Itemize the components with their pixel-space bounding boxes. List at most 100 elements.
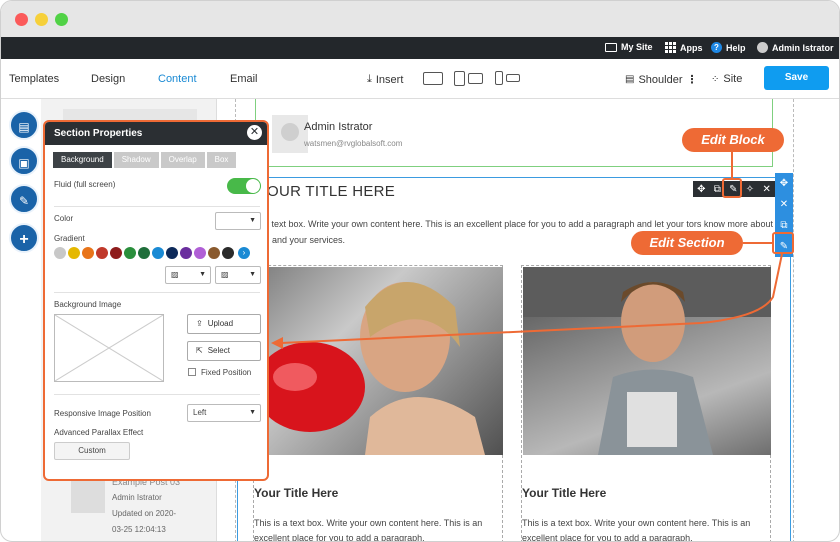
copy-icon[interactable]: ⧉	[714, 184, 721, 195]
minimize-window-dot[interactable]	[35, 13, 48, 26]
properties-tabs: Background Shadow Overlap Box	[53, 152, 237, 168]
tab-design[interactable]: Design	[91, 73, 125, 85]
chevron-down-icon: ▼	[199, 271, 206, 278]
section-move-icon[interactable]: ✥	[780, 178, 788, 189]
insert-button[interactable]: ⤓ Insert	[367, 73, 403, 86]
color-label: Color	[54, 214, 74, 223]
desktop-view-icon[interactable]	[423, 72, 443, 85]
blog-updated: Updated on 2020-	[112, 509, 177, 518]
tab-box[interactable]: Box	[206, 152, 237, 168]
custom-button[interactable]: Custom	[54, 442, 130, 460]
card-title[interactable]: Your Title Here	[254, 486, 338, 500]
upload-icon: ⇪	[196, 319, 203, 328]
editor-menubar: Templates Design Content Email ⤓ Insert …	[1, 59, 839, 99]
dialog-title: Section Properties	[54, 128, 143, 139]
edit-section-callout: Edit Section	[631, 231, 743, 255]
section-copy-icon[interactable]: ⧉	[780, 220, 787, 231]
gradient-swatch[interactable]	[152, 247, 164, 259]
tab-shadow[interactable]: Shadow	[113, 152, 159, 168]
phone-view-icon[interactable]	[495, 71, 503, 85]
divider	[54, 206, 260, 207]
delete-block-icon[interactable]: ✕	[762, 184, 770, 195]
gradient-swatch[interactable]	[96, 247, 108, 259]
gradient-swatch[interactable]	[138, 247, 150, 259]
parallax-label: Advanced Parallax Effect	[54, 428, 144, 437]
boxing-woman-photo	[255, 267, 503, 455]
gradient-swatch[interactable]	[222, 247, 234, 259]
select-button[interactable]: ⇱ Select	[187, 341, 261, 361]
user-menu[interactable]: Admin Istrator	[757, 42, 834, 53]
gradient-swatch[interactable]	[68, 247, 80, 259]
edit-block-highlight	[722, 178, 742, 198]
chevron-down-icon: ▼	[249, 217, 256, 224]
responsive-position-select[interactable]: Left ▼	[187, 404, 261, 422]
edit-list-icon: ✎	[18, 194, 30, 208]
gradient-swatch[interactable]	[124, 247, 136, 259]
tab-overlap[interactable]: Overlap	[160, 152, 205, 168]
gradient-swatch[interactable]	[208, 247, 220, 259]
upload-button[interactable]: ⇪ Upload	[187, 314, 261, 334]
tab-email[interactable]: Email	[230, 73, 258, 85]
gradient-swatches: ›	[54, 247, 250, 259]
page-icon: ▤	[625, 74, 635, 85]
gradient-end-select[interactable]: ▨ ▼	[215, 266, 261, 284]
gradient-swatch[interactable]	[54, 247, 66, 259]
pages-sidebar-button[interactable]: ▤	[9, 110, 39, 140]
tablet-view-icon[interactable]	[454, 71, 465, 86]
fixed-position-checkbox[interactable]	[188, 368, 196, 376]
site-dots-icon: ⁘	[711, 73, 720, 85]
section-delete-icon[interactable]: ✕	[780, 199, 788, 210]
background-image-placeholder[interactable]	[54, 314, 164, 382]
responsive-position-label: Responsive Image Position	[54, 409, 151, 418]
sections-sidebar-button[interactable]: ▣	[9, 146, 39, 176]
content-card[interactable]: Your Title Here This is a text box. Writ…	[253, 265, 503, 541]
content-card[interactable]: Your Title Here This is a text box. Writ…	[521, 265, 771, 541]
tab-background[interactable]: Background	[53, 152, 112, 168]
close-icon[interactable]: ✕	[247, 125, 262, 140]
blog-updated-time: 03-25 12:04:13	[112, 525, 166, 534]
monitor-icon	[605, 42, 617, 52]
help-link[interactable]: ? Help	[711, 42, 746, 53]
gradient-swatch[interactable]	[110, 247, 122, 259]
gradient-swatch[interactable]	[180, 247, 192, 259]
card-text[interactable]: This is a text box. Write your own conte…	[522, 516, 770, 541]
author-avatar	[272, 115, 308, 153]
gradient-swatch[interactable]	[194, 247, 206, 259]
phone-landscape-view-icon[interactable]	[506, 74, 520, 82]
apps-link[interactable]: Apps	[665, 42, 703, 53]
tab-content[interactable]: Content	[158, 73, 197, 85]
gradient-label: Gradient	[54, 234, 85, 243]
page-selector[interactable]: ▤ Shoulder ⋮	[625, 73, 698, 87]
my-site-link[interactable]: My Site	[605, 42, 653, 52]
trainer-photo-art	[523, 267, 771, 455]
chevron-right-icon[interactable]: ›	[238, 247, 250, 259]
color-picker[interactable]: ▼	[215, 212, 261, 230]
card-text[interactable]: This is a text box. Write your own conte…	[254, 516, 502, 541]
select-icon: ⇱	[196, 346, 203, 355]
magic-icon[interactable]: ✧	[746, 184, 754, 195]
close-window-dot[interactable]	[15, 13, 28, 26]
add-sidebar-button[interactable]: +	[9, 223, 39, 253]
window-titlebar	[1, 1, 839, 37]
save-button[interactable]: Save	[764, 66, 829, 90]
dialog-header: Section Properties ✕	[45, 122, 267, 145]
gradient-swatch[interactable]	[166, 247, 178, 259]
section-title[interactable]: OUR TITLE HERE	[267, 183, 395, 200]
more-vertical-icon: ⋮	[686, 74, 698, 86]
author-name: Admin Istrator	[304, 121, 373, 133]
no-color-icon: ▨	[171, 270, 179, 279]
fluid-toggle[interactable]	[227, 178, 261, 194]
move-icon[interactable]: ✥	[697, 184, 705, 195]
apps-grid-icon	[665, 42, 676, 53]
top-bar: My Site Apps ? Help Admin Istrator	[1, 37, 839, 59]
site-menu[interactable]: ⁘ Site	[711, 73, 742, 85]
layout-icon: ▤	[18, 120, 30, 134]
edit-sidebar-button[interactable]: ✎	[9, 184, 39, 214]
tab-templates[interactable]: Templates	[9, 73, 59, 85]
chevron-down-icon: ▼	[249, 271, 256, 278]
tablet-landscape-view-icon[interactable]	[468, 73, 483, 84]
card-title[interactable]: Your Title Here	[522, 486, 606, 500]
gradient-start-select[interactable]: ▨ ▼	[165, 266, 211, 284]
maximize-window-dot[interactable]	[55, 13, 68, 26]
gradient-swatch[interactable]	[82, 247, 94, 259]
